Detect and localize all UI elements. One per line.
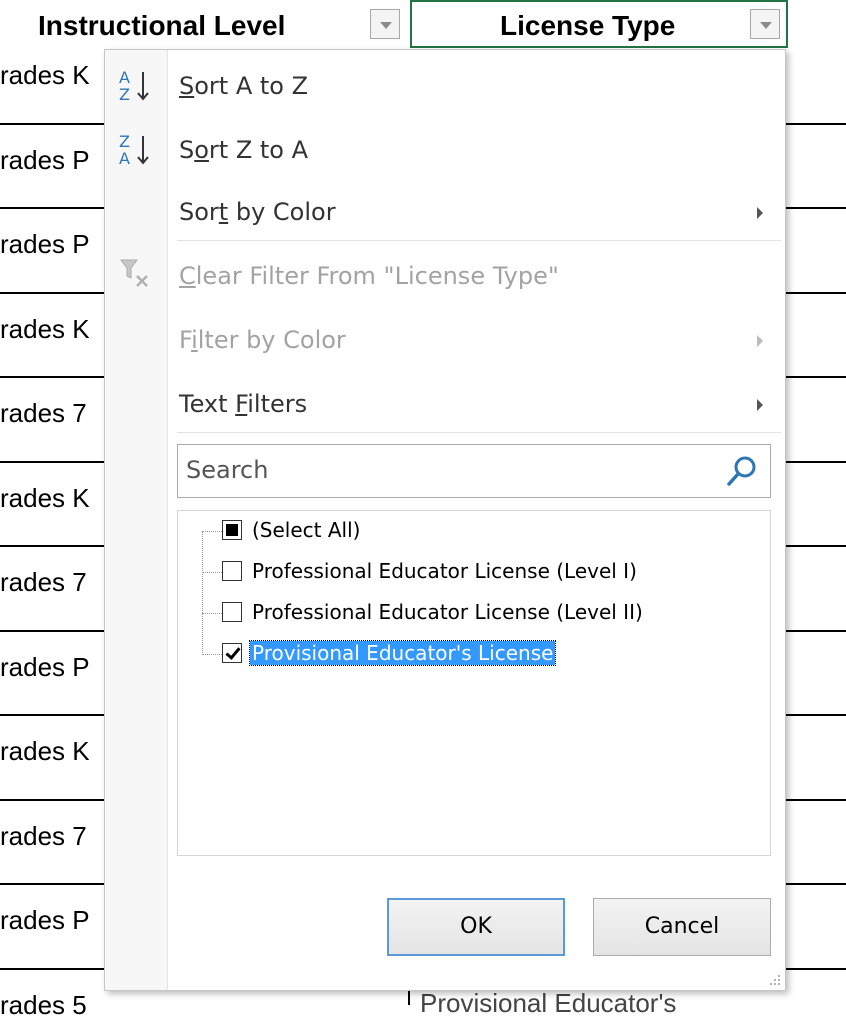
row-gridline [786,798,846,801]
label-part: lear Filter From "License Type" [195,262,559,290]
ok-button[interactable]: OK [387,898,565,956]
column-title: Instructional Level [38,10,286,41]
resize-grip-icon[interactable] [767,972,781,986]
column-border [408,991,410,1005]
tree-line [202,531,222,532]
row-gridline [0,967,104,970]
row-gridline [786,545,846,547]
menu-item-text-filters[interactable]: Text Filters [179,390,307,418]
menu-separator [177,432,781,433]
list-item-label: Professional Educator License (Level I) [252,559,637,583]
row-gridline [786,883,846,885]
svg-text:Z: Z [119,85,130,104]
row-gridline [0,207,104,209]
search-input[interactable]: Search [177,444,771,498]
svg-text:A: A [119,149,130,168]
menu-item-sort-a-to-z[interactable]: Sort A to Z [179,72,308,100]
cell-instructional-level: rades P [0,905,90,935]
row-gridline [786,460,846,463]
list-item-label: Provisional Educator's License [248,640,557,666]
menu-item-clear-filter[interactable]: Clear Filter From "License Type" [179,262,559,290]
cancel-button[interactable]: Cancel [593,898,771,956]
tree-line [202,654,222,655]
row-gridline [0,460,104,463]
row-gridline [0,291,104,294]
row-gridline [0,714,104,716]
filter-values-list[interactable]: (Select All) Professional Educator Licen… [177,510,771,856]
row-gridline [786,291,846,294]
access-key: i [191,326,198,354]
search-placeholder: Search [186,456,269,484]
label-part: ort A to Z [194,72,309,100]
menu-item-filter-by-color[interactable]: Filter by Color [179,326,346,354]
label-part: by Color [228,198,336,226]
menu-separator [177,240,781,241]
label-part: ilters [247,390,308,418]
checkbox[interactable] [222,602,242,622]
row-gridline [0,122,104,125]
row-gridline [0,629,104,632]
filter-dropdown-button-active[interactable] [750,9,780,39]
label-part: lter by Color [197,326,346,354]
menu-item-sort-by-color[interactable]: Sort by Color [179,198,336,226]
row-gridline [0,376,104,378]
cell-instructional-level: rades K [0,313,90,344]
checkbox[interactable] [222,561,242,581]
menu-item-sort-z-to-a[interactable]: Sort Z to A [179,136,308,164]
clear-filter-icon [115,254,155,294]
submenu-arrow-icon [757,335,763,347]
row-gridline [786,967,846,970]
cell-instructional-level: rades K [0,482,90,513]
cell-instructional-level: rades 7 [0,567,87,597]
filter-dropdown-button[interactable] [370,9,400,39]
column-title: License Type [500,10,676,41]
sort-descending-icon: Z A [115,130,155,170]
access-key: C [179,262,196,290]
tree-line [202,531,203,653]
row-gridline [786,207,846,209]
row-gridline [0,883,104,885]
checkbox-mixed[interactable] [222,520,242,540]
menu-icon-column [105,50,168,990]
search-icon [727,456,756,486]
cell-instructional-level: rades K [0,736,90,766]
label-part: S [179,136,195,164]
submenu-arrow-icon [757,207,763,219]
checkbox-checked[interactable] [222,643,242,663]
cell-instructional-level: rades 7 [0,398,87,428]
row-gridline [0,545,104,547]
label-part: F [179,326,192,354]
access-key: F [235,390,248,418]
row-gridline [786,629,846,632]
label-part: rt Z to A [208,136,309,164]
access-key: o [194,136,209,164]
label-part: Sor [179,198,219,226]
label-part: Text [179,390,236,418]
row-gridline [0,798,104,801]
cell-instructional-level: rades P [0,144,90,175]
sort-ascending-icon: A Z [115,66,155,106]
column-header-license-type: License Type [410,0,788,48]
cell-license-type: Provisional Educator's [420,988,677,1018]
tree-line [202,613,222,614]
cell-instructional-level: rades P [0,651,90,682]
row-gridline [786,714,846,716]
cell-instructional-level: rades P [0,229,90,259]
list-item-label: (Select All) [252,518,361,542]
list-item-label: Professional Educator License (Level II) [252,600,643,624]
autofilter-menu: A Z Sort A to Z Z A Sort Z to A Sort by … [104,49,786,991]
column-header-instructional-level: Instructional Level [0,0,410,48]
tree-line [202,572,222,573]
access-key: S [179,72,195,100]
cell-instructional-level: rades 7 [0,820,87,851]
access-key: t [218,198,229,226]
cell-instructional-level: rades 5 [0,989,87,1020]
row-gridline [786,122,846,125]
submenu-arrow-icon [757,399,763,411]
row-gridline [786,376,846,378]
cell-instructional-level: rades K [0,60,90,90]
